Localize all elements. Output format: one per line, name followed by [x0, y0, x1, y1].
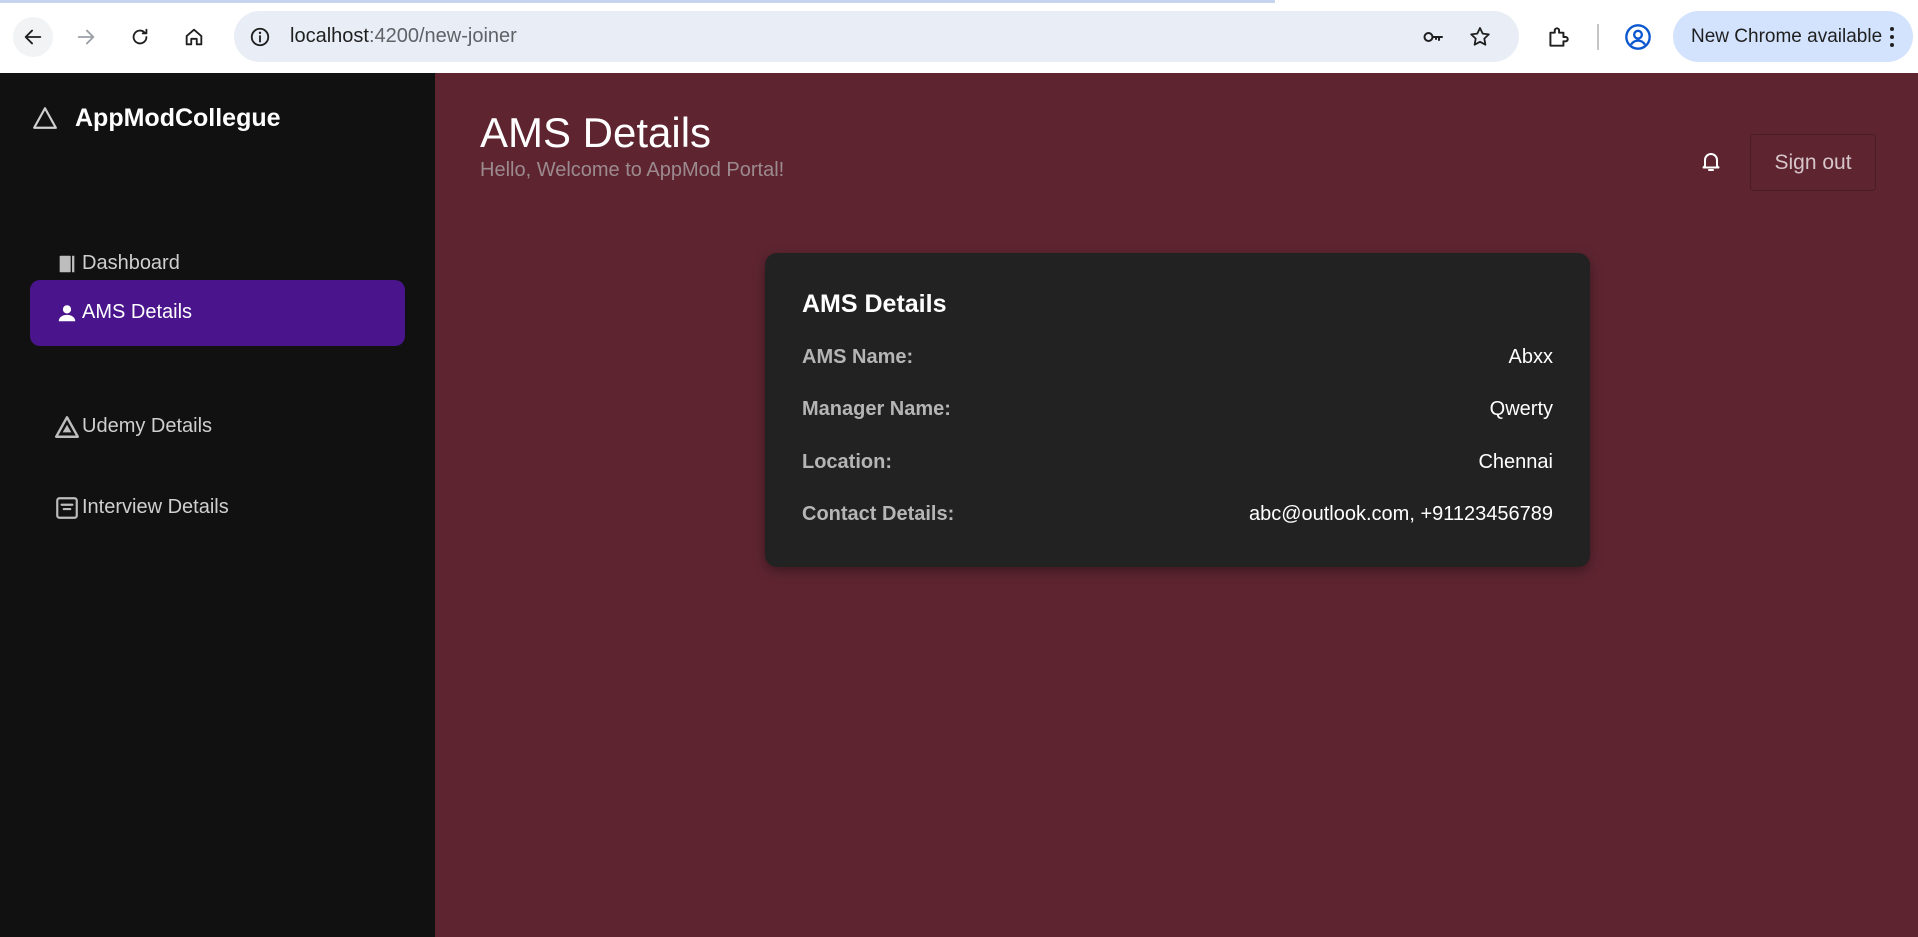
brand-name: AppModCollegue	[75, 103, 281, 132]
profile-avatar-icon[interactable]	[1622, 21, 1654, 53]
sidebar-item-interview-details[interactable]: Interview Details	[30, 475, 405, 541]
address-bar[interactable]: localhost:4200/new-joiner	[234, 11, 1519, 62]
triangle-logo-icon	[30, 103, 60, 133]
card-title: AMS Details	[802, 290, 947, 318]
back-button[interactable]	[13, 17, 53, 57]
arrow-left-icon	[24, 29, 42, 45]
reload-icon	[132, 28, 148, 45]
arrow-right-icon	[77, 29, 95, 45]
home-icon	[185, 28, 203, 46]
kebab-menu-icon[interactable]	[1885, 24, 1899, 50]
main-content: AMS Details Hello, Welcome to AppMod Por…	[435, 73, 1918, 937]
new-chrome-available-button[interactable]: New Chrome available	[1673, 11, 1913, 62]
detail-row-manager-name: Manager Name: Qwerty	[802, 398, 1553, 428]
detail-value: Chennai	[1478, 451, 1553, 473]
sidebar-item-label: AMS Details	[82, 301, 193, 323]
detail-value: Qwerty	[1489, 398, 1553, 420]
url-path: :4200/new-joiner	[368, 25, 517, 47]
detail-label: Location:	[802, 451, 892, 473]
sidebar-item-label: Interview Details	[82, 496, 229, 518]
extensions-puzzle-icon[interactable]	[1543, 22, 1573, 52]
detail-row-ams-name: AMS Name: Abxx	[802, 346, 1553, 376]
home-button[interactable]	[174, 17, 214, 57]
bookmark-star-icon[interactable]	[1466, 23, 1494, 51]
sidebar-item-label: Udemy Details	[82, 415, 213, 437]
page-title: AMS Details	[480, 109, 712, 156]
brand[interactable]: AppModCollegue	[30, 103, 281, 133]
forward-button[interactable]	[66, 17, 106, 57]
person-icon	[54, 300, 80, 326]
detail-value: abc@outlook.com, +91123456789	[1248, 503, 1553, 525]
detail-row-contact-details: Contact Details: abc@outlook.com, +91123…	[802, 503, 1553, 533]
sign-out-button[interactable]: Sign out	[1750, 134, 1876, 191]
sidebar: AppModCollegue Dashboard AMS Details Ude…	[0, 73, 435, 937]
detail-row-location: Location: Chennai	[802, 451, 1553, 481]
detail-label: Contact Details:	[802, 503, 955, 525]
detail-label: AMS Name:	[802, 346, 914, 368]
site-info-icon[interactable]	[247, 24, 273, 50]
notification-bell-icon[interactable]	[1696, 146, 1726, 176]
detail-value: Abxx	[1508, 346, 1553, 368]
sidebar-item-label: Dashboard	[82, 252, 180, 274]
ams-details-card: AMS Details AMS Name: Abxx Manager Name:…	[765, 253, 1590, 567]
page-subtitle: Hello, Welcome to AppMod Portal!	[480, 159, 785, 181]
password-key-icon[interactable]	[1419, 23, 1447, 51]
toolbar-divider	[1597, 24, 1599, 50]
page-load-progress	[0, 0, 1275, 3]
triangle-logo-icon	[54, 414, 80, 440]
reload-button[interactable]	[120, 17, 160, 57]
sidebar-item-ams-details[interactable]: AMS Details	[30, 280, 405, 346]
detail-label: Manager Name:	[802, 398, 951, 420]
browser-toolbar: localhost:4200/new-joiner New Chrome ava…	[0, 0, 1918, 73]
url-host: localhost	[290, 25, 369, 47]
update-label: New Chrome available	[1691, 26, 1883, 47]
url-text[interactable]: localhost:4200/new-joiner	[290, 25, 517, 48]
book-icon	[54, 251, 80, 277]
sidebar-item-udemy-details[interactable]: Udemy Details	[30, 394, 405, 460]
list-box-icon	[54, 495, 80, 521]
